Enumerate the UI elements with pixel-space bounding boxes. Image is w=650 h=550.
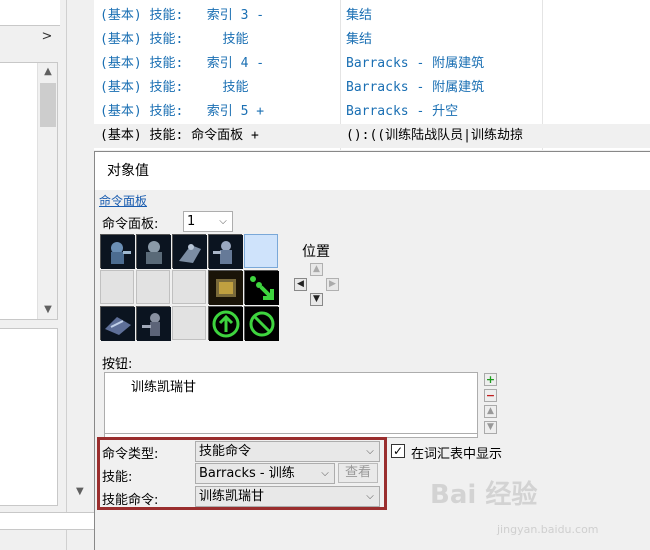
command-type-select[interactable]: 技能命令 ⌵ [195, 441, 380, 462]
scroll-down-icon[interactable]: ▼ [76, 486, 84, 497]
scroll-up-icon[interactable]: ▲ [38, 63, 58, 81]
row-field: (基本) 技能: 索引 5 + [100, 104, 265, 119]
command-slot-empty[interactable] [172, 306, 206, 340]
dialog-title: 对象值 [95, 152, 650, 190]
command-slot-empty[interactable] [172, 270, 206, 304]
left-list-scrollbar[interactable]: ▲ ▼ [37, 63, 57, 319]
skill-command-select[interactable]: 训练凯瑞甘 ⌵ [195, 486, 380, 507]
show-in-vocab-checkbox[interactable]: ✓ [391, 444, 405, 458]
row-field: (基本) 技能: 命令面板 + [100, 128, 259, 143]
command-slot-empty[interactable] [136, 270, 170, 304]
unit-portrait-ghost[interactable] [172, 234, 207, 269]
panel-select[interactable]: 1 ⌵ [183, 211, 233, 232]
chevron-down-icon: ⌵ [318, 464, 332, 483]
table-row[interactable]: (基本) 技能: 索引 4 - Barracks - 附属建筑 [94, 52, 650, 76]
arrow-right-icon[interactable]: ▶ [326, 278, 339, 291]
left-top-field[interactable] [0, 0, 60, 26]
command-slot-empty[interactable] [100, 270, 134, 304]
watermark-logo: Bai 经验 [430, 480, 538, 510]
left-lower-panel [0, 328, 58, 506]
rally-icon[interactable] [244, 270, 279, 305]
skill-label: 技能: [102, 470, 133, 485]
left-pane: > ▲ ▼ [0, 0, 65, 550]
build-addon-icon[interactable] [208, 270, 243, 305]
table-row[interactable]: (基本) 技能: 技能 集结 [94, 28, 650, 52]
bottom-strip [0, 512, 96, 530]
buttons-list[interactable]: 训练凯瑞甘 [104, 372, 478, 434]
table-row[interactable]: (基本) 技能: 索引 3 - 集结 [94, 4, 650, 28]
buttons-label: 按钮: [102, 357, 133, 372]
chevron-down-icon: ⌵ [366, 446, 374, 457]
row-field: (基本) 技能: 索引 3 - [100, 8, 265, 23]
unit-portrait-banshee[interactable] [100, 306, 135, 341]
move-up-icon[interactable]: ▲ [484, 405, 497, 418]
watermark-url: jingyan.baidu.com [497, 523, 599, 536]
panel-label: 命令面板: [102, 217, 159, 232]
unit-portrait-reaper[interactable] [136, 234, 171, 269]
scroll-down-icon[interactable]: ▼ [38, 301, 58, 319]
plus-icon[interactable]: + [484, 373, 497, 386]
row-field: (基本) 技能: 技能 [100, 32, 249, 47]
show-in-vocab-label: 在词汇表中显示 [411, 447, 503, 462]
row-value: Barracks - 附属建筑 [346, 80, 485, 95]
trigger-list[interactable]: (基本) 技能: 索引 3 - 集结 (基本) 技能: 技能 集结 (基本) 技… [94, 0, 650, 150]
row-value: 集结 [346, 32, 373, 47]
command-panel-link[interactable]: 命令面板 [99, 192, 147, 209]
arrow-down-icon[interactable]: ▼ [310, 293, 323, 306]
unit-portrait-marine[interactable] [100, 234, 135, 269]
move-down-icon[interactable]: ▼ [484, 421, 497, 434]
panel-select-value: 1 [187, 214, 196, 229]
row-value: Barracks - 升空 [346, 104, 459, 119]
cancel-icon[interactable] [244, 306, 279, 341]
row-value: 集结 [346, 8, 373, 23]
unit-portrait-marauder[interactable] [208, 234, 243, 269]
minus-icon[interactable]: − [484, 389, 497, 402]
row-value: ():((训练陆战队员|训练劫掠 [346, 128, 523, 143]
table-row-selected[interactable]: (基本) 技能: 命令面板 + ():((训练陆战队员|训练劫掠 [94, 124, 650, 148]
chevron-down-icon: ⌵ [219, 216, 227, 227]
unit-portrait-kerrigan[interactable] [136, 306, 171, 341]
row-field: (基本) 技能: 索引 4 - [100, 56, 265, 71]
list-item[interactable]: 训练凯瑞甘 [131, 376, 196, 395]
skill-select[interactable]: Barracks - 训练 ⌵ [195, 463, 335, 484]
checkmark-icon: ✓ [392, 444, 404, 458]
row-value: Barracks - 附属建筑 [346, 56, 485, 71]
command-type-value: 技能命令 [199, 444, 252, 459]
skill-command-value: 训练凯瑞甘 [199, 489, 265, 504]
chevron-down-icon: ⌵ [366, 491, 374, 502]
lift-off-icon[interactable] [208, 306, 243, 341]
chevron-right-icon[interactable]: > [38, 28, 56, 46]
skill-command-label: 技能命令: [102, 493, 159, 508]
view-button[interactable]: 查看 [338, 463, 378, 483]
pane-separator[interactable] [66, 0, 94, 550]
row-field: (基本) 技能: 技能 [100, 80, 249, 95]
object-value-dialog: 对象值 命令面板 命令面板: 1 ⌵ 位置 ▲ ◀ ▶ ▼ 按钮: 训练凯瑞甘 … [94, 151, 650, 550]
position-label: 位置 [302, 244, 330, 260]
scroll-thumb[interactable] [40, 83, 56, 127]
arrow-up-icon[interactable]: ▲ [310, 263, 323, 276]
command-slot-selected[interactable] [244, 234, 278, 268]
skill-value: Barracks - 训练 [199, 466, 295, 481]
left-list[interactable]: ▲ ▼ [0, 62, 58, 320]
command-type-label: 命令类型: [102, 447, 159, 462]
table-row[interactable]: (基本) 技能: 索引 5 + Barracks - 升空 [94, 100, 650, 124]
table-row[interactable]: (基本) 技能: 技能 Barracks - 附属建筑 [94, 76, 650, 100]
arrow-left-icon[interactable]: ◀ [294, 278, 307, 291]
